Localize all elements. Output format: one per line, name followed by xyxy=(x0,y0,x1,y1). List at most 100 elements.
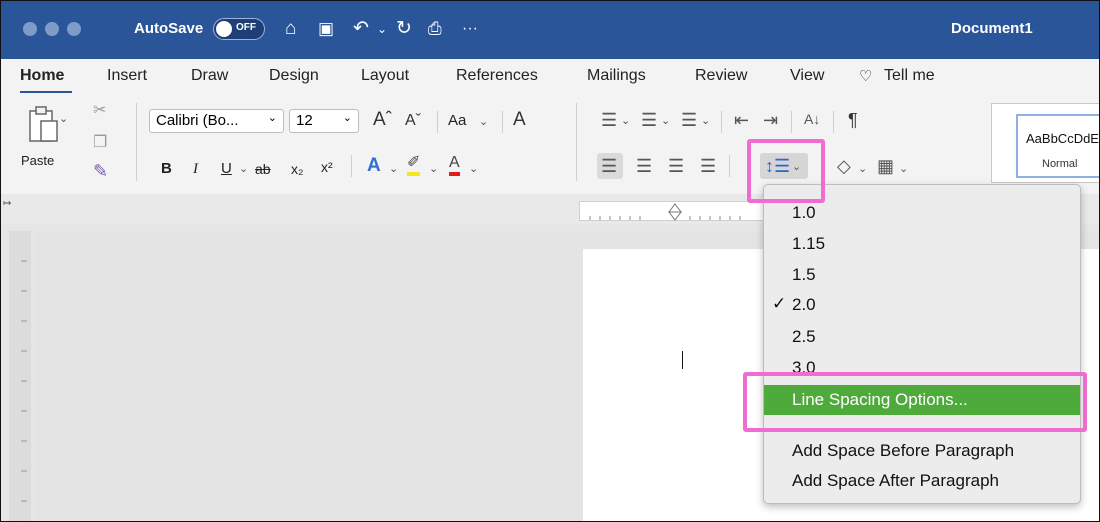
style-normal[interactable]: AaBbCcDdE Normal xyxy=(1016,114,1099,178)
chevron-down-icon[interactable]: ⌄ xyxy=(469,159,478,179)
text-cursor xyxy=(682,351,683,369)
tab-draw[interactable]: Draw xyxy=(191,67,228,85)
more-commands-icon[interactable]: ··· xyxy=(462,17,478,41)
tab-layout[interactable]: Layout xyxy=(361,67,409,85)
font-name-value: Calibri (Bo... xyxy=(156,112,239,129)
print-icon[interactable]: ⎙ xyxy=(428,17,442,41)
shrink-font-icon[interactable]: Aˇ xyxy=(405,111,421,131)
paste-button[interactable]: ⌄ Paste xyxy=(19,101,75,175)
shading-icon[interactable]: ◇ xyxy=(837,156,851,176)
font-size-dropdown[interactable]: 12 ⌄ xyxy=(289,109,359,133)
zoom-window-button[interactable] xyxy=(67,22,81,36)
show-formatting-marks-icon[interactable]: ¶ xyxy=(848,110,858,130)
numbering-icon[interactable]: ☰ xyxy=(641,110,657,130)
tab-references[interactable]: References xyxy=(456,67,538,85)
ribbon: ⌄ Paste ✂ ❐ ✎ Calibri (Bo... ⌄ 12 ⌄ Aˆ A… xyxy=(1,93,1099,195)
autosave-toggle[interactable]: OFF xyxy=(213,18,265,40)
chevron-down-icon[interactable]: ⌄ xyxy=(429,159,438,179)
undo-dropdown-chevron-icon[interactable]: ⌄ xyxy=(377,17,387,41)
document-title: Document1 xyxy=(951,20,1033,37)
clear-formatting-icon[interactable]: A xyxy=(513,110,526,130)
paste-icon xyxy=(29,106,58,142)
subscript-icon[interactable]: x₂ xyxy=(291,159,303,179)
lightbulb-icon: ♡ xyxy=(859,68,873,85)
menu-item-2-0[interactable]: 2.0 xyxy=(792,295,816,315)
divider xyxy=(833,111,834,133)
format-painter-icon[interactable]: ✎ xyxy=(93,161,108,181)
justify-icon[interactable]: ☰ xyxy=(700,156,716,176)
chevron-down-icon[interactable]: ⌄ xyxy=(621,111,630,131)
underline-icon[interactable]: U xyxy=(221,159,232,179)
autosave-state: OFF xyxy=(236,22,256,33)
menu-item-1-15[interactable]: 1.15 xyxy=(792,234,825,254)
chevron-down-icon[interactable]: ⌄ xyxy=(661,111,670,131)
highlight-color-icon[interactable]: ✐ xyxy=(407,154,421,176)
chevron-down-icon[interactable]: ⌄ xyxy=(389,159,398,179)
chevron-down-icon[interactable]: ⌄ xyxy=(239,159,248,179)
align-center-icon[interactable]: ☰ xyxy=(636,156,652,176)
font-color-icon[interactable]: A xyxy=(449,154,460,176)
borders-icon[interactable]: ▦ xyxy=(877,156,894,176)
divider xyxy=(437,111,438,133)
multilevel-list-icon[interactable]: ☰ xyxy=(681,110,697,130)
word-window: AutoSave OFF ⌂ ▣ ↶ ⌄ ↻ ⎙ ··· Document1 H… xyxy=(0,0,1100,522)
home-icon[interactable]: ⌂ xyxy=(285,17,296,41)
chevron-down-icon[interactable]: ⌄ xyxy=(701,111,710,131)
increase-indent-icon[interactable]: ⇥ xyxy=(763,110,778,130)
divider xyxy=(721,111,722,133)
ribbon-tabs: Home Insert Draw Design Layout Reference… xyxy=(1,59,1099,93)
sort-icon[interactable]: A↓ xyxy=(804,109,820,129)
divider xyxy=(576,103,577,181)
tab-stop-icon[interactable]: ↦ xyxy=(3,198,11,209)
decrease-indent-icon[interactable]: ⇤ xyxy=(734,110,749,130)
font-size-value: 12 xyxy=(296,112,313,129)
tab-review[interactable]: Review xyxy=(695,67,747,85)
tab-home[interactable]: Home xyxy=(20,67,64,85)
redo-icon[interactable]: ↻ xyxy=(396,17,412,41)
italic-icon[interactable]: I xyxy=(193,159,198,179)
text-effects-icon[interactable]: A xyxy=(367,156,381,176)
chevron-down-icon[interactable]: ⌄ xyxy=(479,112,488,132)
menu-item-1-0[interactable]: 1.0 xyxy=(792,203,816,223)
add-space-after-item[interactable]: Add Space After Paragraph xyxy=(792,471,999,491)
tab-insert[interactable]: Insert xyxy=(107,67,147,85)
copy-icon[interactable]: ❐ xyxy=(93,133,107,153)
line-spacing-options-highlight xyxy=(743,372,1087,432)
bold-icon[interactable]: B xyxy=(161,159,172,179)
menu-item-3-0[interactable]: 3.0 xyxy=(792,358,816,372)
tab-design[interactable]: Design xyxy=(269,67,319,85)
vertical-ruler[interactable] xyxy=(9,231,31,521)
vertical-ruler-ticks xyxy=(21,260,27,502)
grow-font-icon[interactable]: Aˆ xyxy=(373,110,392,130)
horizontal-ruler[interactable] xyxy=(579,201,769,221)
change-case-button[interactable]: Aa xyxy=(448,112,466,129)
divider xyxy=(502,111,503,133)
style-preview-text: AaBbCcDdE xyxy=(1026,131,1099,146)
tab-view[interactable]: View xyxy=(790,67,824,85)
paste-dropdown-chevron-icon[interactable]: ⌄ xyxy=(59,109,68,129)
autosave-label: AutoSave xyxy=(134,20,204,37)
menu-item-2-5[interactable]: 2.5 xyxy=(792,327,816,347)
title-bar: AutoSave OFF ⌂ ▣ ↶ ⌄ ↻ ⎙ ··· Document1 xyxy=(1,1,1099,59)
save-icon[interactable]: ▣ xyxy=(318,17,334,41)
line-spacing-menu: 1.0 1.15 1.5 ✓ 2.0 2.5 3.0 Line Spacing … xyxy=(763,184,1081,504)
font-name-dropdown[interactable]: Calibri (Bo... ⌄ xyxy=(149,109,284,133)
line-spacing-button-highlight xyxy=(747,139,825,203)
add-space-before-item[interactable]: Add Space Before Paragraph xyxy=(792,441,1014,461)
bullets-icon[interactable]: ☰ xyxy=(601,110,617,130)
divider xyxy=(791,111,792,133)
superscript-icon[interactable]: x² xyxy=(321,157,333,177)
minimize-window-button[interactable] xyxy=(45,22,59,36)
divider xyxy=(729,155,730,177)
align-right-icon[interactable]: ☰ xyxy=(668,156,684,176)
menu-item-1-5[interactable]: 1.5 xyxy=(792,265,816,285)
chevron-down-icon[interactable]: ⌄ xyxy=(899,159,908,179)
tab-tell-me[interactable]: Tell me xyxy=(884,67,935,85)
undo-icon[interactable]: ↶ xyxy=(353,17,369,41)
cut-icon[interactable]: ✂ xyxy=(93,101,106,121)
align-left-button[interactable]: ☰ xyxy=(597,153,623,179)
close-window-button[interactable] xyxy=(23,22,37,36)
tab-mailings[interactable]: Mailings xyxy=(587,67,646,85)
chevron-down-icon[interactable]: ⌄ xyxy=(858,159,867,179)
strikethrough-icon[interactable]: ab xyxy=(255,159,271,179)
